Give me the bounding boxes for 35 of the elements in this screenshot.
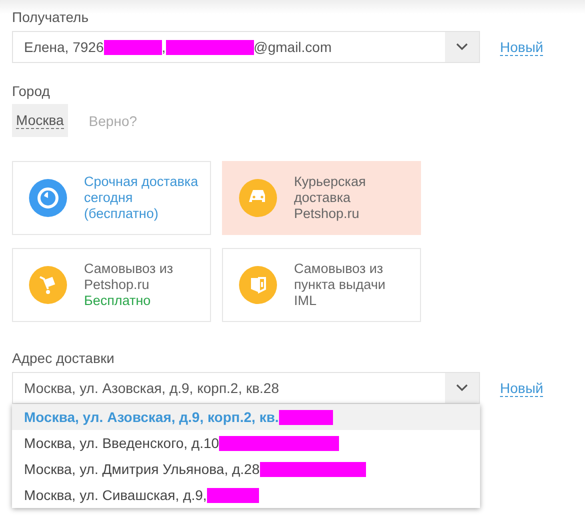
stopwatch-icon xyxy=(29,179,67,217)
redaction-bar xyxy=(104,40,162,54)
field-label: Город xyxy=(12,82,51,100)
redaction-bar xyxy=(278,410,333,424)
field-value: @gmail.com xyxy=(254,39,332,55)
city-chip[interactable]: Москва xyxy=(12,104,68,137)
hand-truck-icon xyxy=(29,266,67,304)
option-title: Самовывоз из Petshop.ru xyxy=(84,261,174,293)
delivery-option-card[interactable]: Срочная доставка сегодня (бесплатно) xyxy=(12,161,211,235)
chevron-down-icon xyxy=(456,384,468,392)
field-value: Москва, ул. Азовская, д.9, корп.2, кв.28 xyxy=(24,380,280,396)
select-field[interactable]: Москва, ул. Азовская, д.9, корп.2, кв.28 xyxy=(12,372,480,404)
field-label: Адрес доставки xyxy=(12,349,116,367)
option-title: Самовывоз из пункта выдачи IML xyxy=(294,261,386,309)
dropdown-button[interactable] xyxy=(445,32,479,62)
field-value: , xyxy=(162,39,166,55)
select-field[interactable]: Елена, 7926 , @gmail.com xyxy=(12,31,480,63)
option-title: Курьерская доставка Petshop.ru xyxy=(294,174,366,222)
dropdown-item[interactable]: Москва, ул. Сивашская, д.9, xyxy=(12,482,480,508)
delivery-option-card[interactable]: Курьерская доставка Petshop.ru xyxy=(222,161,421,235)
pickup-point-icon xyxy=(239,266,277,304)
car-icon xyxy=(239,179,277,217)
delivery-option-card[interactable]: Самовывоз из пункта выдачи IML xyxy=(222,248,421,322)
chevron-down-icon xyxy=(456,43,468,51)
field-value: Елена, 7926 xyxy=(24,39,104,55)
option-title: Срочная доставка сегодня (бесплатно) xyxy=(84,174,198,222)
dropdown-item[interactable]: Москва, ул. Введенского, д.10 xyxy=(12,430,480,456)
redaction-bar xyxy=(206,488,259,502)
new-link[interactable]: Новый xyxy=(500,380,544,396)
delivery-option-card[interactable]: Самовывоз из Petshop.ru Бесплатно xyxy=(12,248,211,322)
field-label: Получатель xyxy=(12,8,90,26)
dropdown-item[interactable]: Москва, ул. Дмитрия Ульянова, д.28 xyxy=(12,456,480,482)
dropdown-button[interactable] xyxy=(445,373,479,403)
price-note: Бесплатно xyxy=(84,293,152,309)
new-link[interactable]: Новый xyxy=(500,38,544,56)
